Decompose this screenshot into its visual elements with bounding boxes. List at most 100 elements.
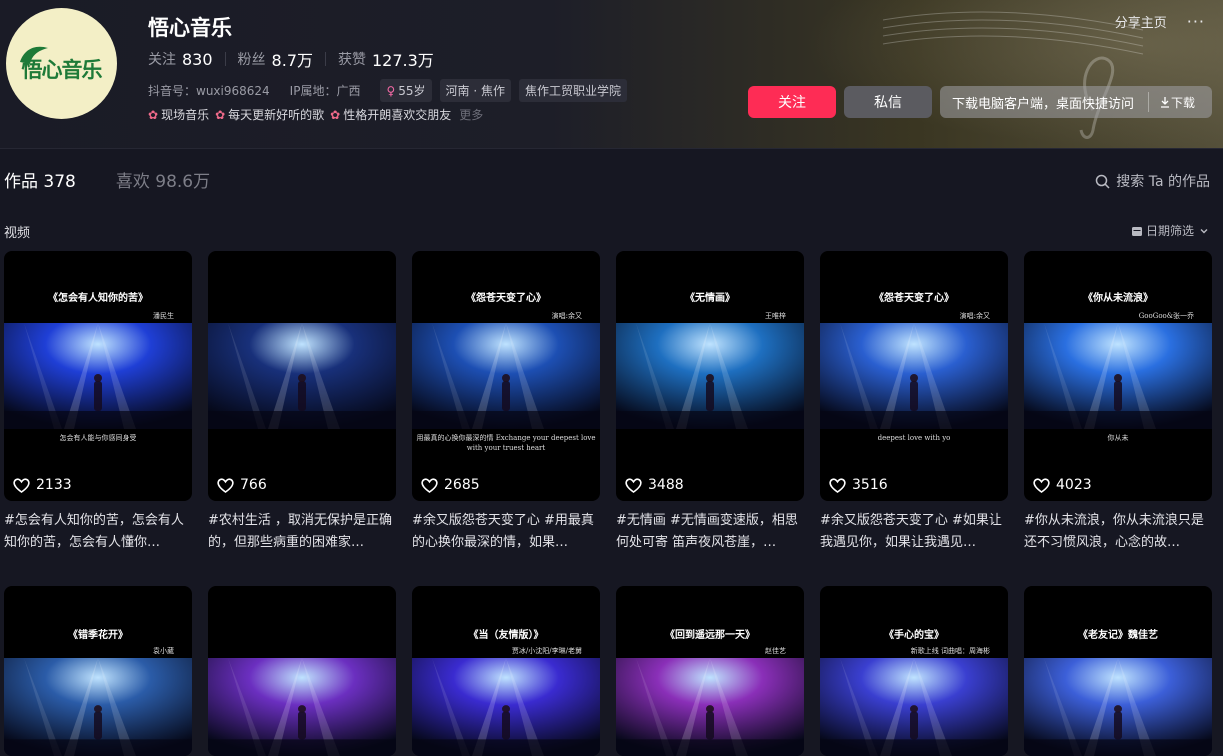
video-like-count: 3488 bbox=[625, 477, 684, 493]
stage-scene bbox=[616, 658, 804, 756]
video-like-count: 2133 bbox=[13, 477, 72, 493]
thumbnail-credit-text: 演唱:余又 bbox=[551, 312, 582, 320]
bio-text: 每天更新好听的歌 bbox=[228, 108, 325, 122]
video-card[interactable]: 766 #农村生活 ，取消无保护是正确的，但那些病重的困难家… bbox=[208, 251, 396, 566]
video-card[interactable]: 《怎会有人知你的苦》 潘民生 怎会有人能与你感同身受 2133 #怎会有人知你的苦，怎会… bbox=[4, 251, 192, 566]
like-count-value: 4023 bbox=[1056, 477, 1092, 493]
profile-bio: ✿ 现场音乐 ✿ 每天更新好听的歌 ✿ 性格开朗喜欢交朋友 更多 bbox=[148, 106, 483, 123]
video-description[interactable]: #农村生活 ，取消无保护是正确的，但那些病重的困难家… bbox=[208, 510, 396, 566]
video-description[interactable]: #余又版怨苍天变了心 #用最真的心换你最深的情，如果… bbox=[412, 510, 600, 566]
video-card[interactable]: 《回到遥远那一天》 赵佳艺 bbox=[616, 566, 804, 756]
likes-received-count: 127.3万 bbox=[372, 51, 434, 70]
video-thumbnail[interactable]: 766 bbox=[208, 251, 396, 501]
thumbnail-caption-text: 怎会有人能与你感同身受 bbox=[59, 434, 137, 442]
stage-scene bbox=[1024, 323, 1212, 429]
thumbnail-caption-text: 你从未 bbox=[1107, 434, 1129, 442]
video-card[interactable]: 《当（友情版）》 贾冰/小沈阳/李琳/老舅 bbox=[412, 566, 600, 756]
like-count-value: 2133 bbox=[36, 477, 72, 493]
video-like-count: 2685 bbox=[421, 477, 480, 493]
video-thumbnail[interactable]: 《当（友情版）》 贾冰/小沈阳/李琳/老舅 bbox=[412, 586, 600, 756]
share-profile-button[interactable]: 分享主页 bbox=[1115, 12, 1167, 31]
video-thumbnail[interactable]: 《手心的宝》新歌上线 词曲唱：周海彬 bbox=[820, 586, 1008, 756]
like-count-value: 2685 bbox=[444, 477, 480, 493]
tab-works-count: 378 bbox=[43, 172, 76, 192]
profile-stats: 关注 830 粉丝 8.7万 获赞 127.3万 bbox=[148, 47, 434, 71]
video-thumbnail[interactable]: 《怎会有人知你的苦》 潘民生 怎会有人能与你感同身受 2133 bbox=[4, 251, 192, 501]
video-thumbnail[interactable]: 《你从未流浪》 GooGoo&张一乔你从未 4023 bbox=[1024, 251, 1212, 501]
flower-icon: ✿ bbox=[215, 107, 226, 122]
search-works-input[interactable]: 搜索 Ta 的作品 bbox=[1095, 171, 1210, 191]
header-divider bbox=[0, 148, 1223, 149]
bio-item: ✿ 每天更新好听的歌 bbox=[215, 106, 324, 123]
like-count-value: 3488 bbox=[648, 477, 684, 493]
video-thumbnail[interactable]: 《怨苍天变了心》 演唱:余又 deepest love with yo 3516 bbox=[820, 251, 1008, 501]
stage-scene bbox=[820, 323, 1008, 429]
flower-icon: ✿ bbox=[330, 107, 341, 122]
tab-likes-count: 98.6万 bbox=[155, 172, 211, 192]
date-filter-dropdown[interactable]: 日期筛选 bbox=[1131, 222, 1209, 239]
stage-scene bbox=[616, 323, 804, 429]
thumbnail-credit-text: 新歌上线 词曲唱：周海彬 bbox=[910, 647, 990, 655]
thumbnail-caption-text: deepest love with yo bbox=[877, 434, 951, 442]
thumbnail-credit-text: 演唱:余又 bbox=[959, 312, 990, 320]
following-label: 关注 bbox=[148, 52, 176, 68]
download-button[interactable]: 下载 bbox=[1149, 94, 1195, 111]
video-thumbnail[interactable]: 《老友记》魏佳艺 bbox=[1024, 586, 1212, 756]
heart-icon bbox=[829, 477, 846, 493]
stage-scene bbox=[208, 658, 396, 756]
bio-more-link[interactable]: 更多 bbox=[459, 106, 483, 123]
thumbnail-title-text: 《手心的宝》 bbox=[884, 630, 944, 641]
follow-button[interactable]: 关注 bbox=[748, 86, 836, 118]
video-card[interactable]: 《无情画》 王唯梓 3488 #无情画 #无情画变速版，相思何处可寄 笛声夜风苍崖，… bbox=[616, 251, 804, 566]
following-count[interactable]: 830 bbox=[182, 50, 213, 69]
top-actions: 分享主页 ··· bbox=[1115, 12, 1205, 31]
download-label: 下载 bbox=[1171, 95, 1196, 110]
video-card[interactable]: 《老友记》魏佳艺 bbox=[1024, 566, 1212, 756]
douyin-id: 抖音号：wuxi968624 bbox=[148, 84, 270, 98]
thumbnail-credit-text: 王唯梓 bbox=[765, 312, 786, 320]
stat-divider bbox=[224, 52, 226, 66]
tab-likes[interactable]: 喜欢 98.6万 bbox=[116, 167, 210, 192]
thumbnail-title-text: 《怨苍天变了心》 bbox=[466, 293, 546, 304]
section-label-videos: 视频 bbox=[4, 226, 31, 241]
video-description[interactable]: #怎会有人知你的苦，怎会有人知你的苦，怎会有人懂你… bbox=[4, 510, 192, 566]
like-count-value: 766 bbox=[240, 477, 267, 493]
stage-scene bbox=[412, 658, 600, 756]
avatar[interactable]: 悟心音乐 bbox=[6, 8, 117, 119]
video-thumbnail[interactable]: 《回到遥远那一天》 赵佳艺 bbox=[616, 586, 804, 756]
video-description[interactable]: #无情画 #无情画变速版，相思何处可寄 笛声夜风苍崖，… bbox=[616, 510, 804, 566]
stage-scene bbox=[4, 658, 192, 756]
search-icon bbox=[1096, 174, 1110, 189]
message-button[interactable]: 私信 bbox=[844, 86, 932, 118]
heart-icon bbox=[217, 477, 234, 493]
video-card[interactable] bbox=[208, 566, 396, 756]
stat-divider bbox=[325, 52, 326, 66]
thumbnail-title-text: 《你从未流浪》 bbox=[1083, 293, 1153, 304]
tab-works[interactable]: 作品 378 bbox=[4, 167, 76, 192]
video-card[interactable]: 《手心的宝》新歌上线 词曲唱：周海彬 bbox=[820, 566, 1008, 756]
calendar-icon bbox=[1131, 226, 1142, 236]
video-card[interactable]: 《错季花开》 袁小葳 bbox=[4, 566, 192, 756]
download-icon bbox=[1161, 97, 1169, 108]
video-thumbnail[interactable] bbox=[208, 586, 396, 756]
thumbnail-title-text: 《老友记》魏佳艺 bbox=[1078, 630, 1158, 641]
download-client-banner[interactable]: 下载电脑客户端，桌面快捷访问 下载 bbox=[940, 86, 1212, 118]
video-card[interactable]: 《怨苍天变了心》 演唱:余又 用最真的心换你最深的情 Exchange your d… bbox=[412, 251, 600, 566]
region-tag: 河南 · 焦作 bbox=[439, 79, 511, 102]
tab-likes-label: 喜欢 bbox=[115, 172, 150, 192]
followers-count[interactable]: 8.7万 bbox=[272, 47, 313, 71]
stage-scene bbox=[208, 323, 396, 429]
video-thumbnail[interactable]: 《错季花开》 袁小葳 bbox=[4, 586, 192, 756]
video-card[interactable]: 《怨苍天变了心》 演唱:余又 deepest love with yo 3516 #余又… bbox=[820, 251, 1008, 566]
video-card[interactable]: 《你从未流浪》 GooGoo&张一乔你从未 4023 #你从未流浪，你从未流浪只是还不… bbox=[1024, 251, 1212, 566]
thumbnail-credit-text: GooGoo&张一乔 bbox=[1138, 312, 1194, 320]
video-thumbnail[interactable]: 《无情画》 王唯梓 3488 bbox=[616, 251, 804, 501]
video-description[interactable]: #你从未流浪，你从未流浪只是还不习惯风浪，心念的故… bbox=[1024, 510, 1212, 566]
video-thumbnail[interactable]: 《怨苍天变了心》 演唱:余又 用最真的心换你最深的情 Exchange your d… bbox=[412, 251, 600, 501]
thumbnail-credit-text: 贾冰/小沈阳/李琳/老舅 bbox=[511, 647, 582, 655]
chevron-down-icon bbox=[1200, 228, 1208, 233]
age-value: 55岁 bbox=[398, 84, 426, 98]
thumbnail-credit-text: 袁小葳 bbox=[153, 647, 174, 655]
more-options-icon[interactable]: ··· bbox=[1187, 12, 1205, 31]
video-description[interactable]: #余又版怨苍天变了心 #如果让我遇见你，如果让我遇见… bbox=[820, 510, 1008, 566]
